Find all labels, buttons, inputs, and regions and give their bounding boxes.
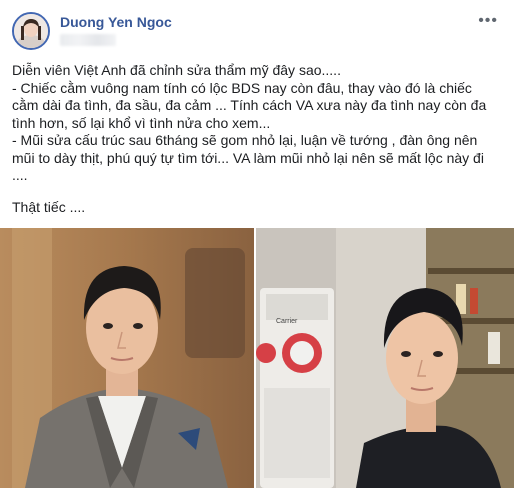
post-body: Diễn viên Việt Anh đã chỉnh sửa thẩm mỹ … bbox=[12, 62, 502, 216]
portrait-suit-image bbox=[0, 228, 254, 488]
author-name[interactable]: Duong Yen Ngoc bbox=[60, 14, 172, 30]
post-header: Duong Yen Ngoc ••• bbox=[12, 12, 502, 52]
avatar[interactable] bbox=[12, 12, 50, 50]
post-photo-right[interactable]: Carrier bbox=[256, 228, 514, 488]
post-meta-blurred bbox=[60, 34, 116, 46]
more-options-icon[interactable]: ••• bbox=[478, 12, 498, 30]
post-line: tình hơn, số lại khổ vì tình nửa cho xem… bbox=[12, 114, 271, 131]
facebook-post-card: Duong Yen Ngoc ••• Diễn viên Việt Anh đã… bbox=[0, 0, 514, 488]
appliance-brand-text: Carrier bbox=[276, 318, 298, 325]
post-photo-left[interactable] bbox=[0, 228, 254, 488]
post-line: - Mũi sửa cấu trúc sau 6tháng sẽ gom nhỏ… bbox=[12, 132, 478, 148]
post-line: cằm dài đa tình, đa sầu, đa cảm ... Tính… bbox=[12, 97, 487, 113]
post-line: Diễn viên Việt Anh đã chỉnh sửa thẩm mỹ … bbox=[12, 62, 341, 78]
post-line: - Chiếc cằm vuông nam tính có lộc BDS na… bbox=[12, 79, 472, 96]
post-line: .... bbox=[12, 167, 28, 183]
avatar-image bbox=[14, 14, 48, 48]
post-closing: Thật tiếc .... bbox=[12, 198, 86, 215]
post-line: mũi to dày thịt, phú quý tự tìm tới... V… bbox=[12, 149, 484, 166]
selfie-office-image: Carrier bbox=[256, 228, 514, 488]
